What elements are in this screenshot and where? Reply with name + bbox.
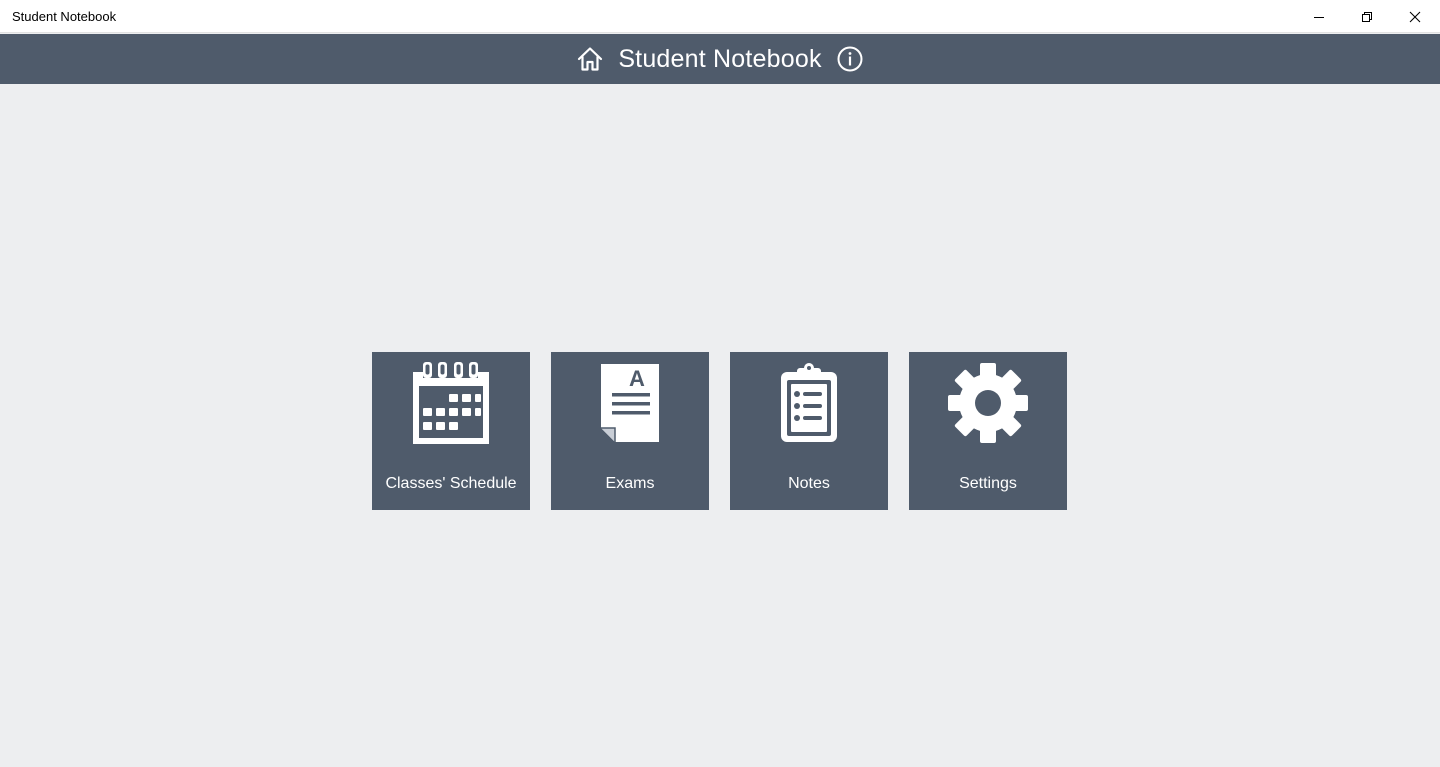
minimize-icon — [1314, 16, 1324, 18]
tile-grid: Classes' Schedule A Exams Notes Settings — [372, 352, 1067, 510]
clipboard-icon — [781, 363, 837, 442]
close-button[interactable] — [1392, 0, 1438, 33]
tile-label: Notes — [788, 475, 830, 492]
page-title: Student Notebook — [618, 45, 822, 73]
window-titlebar: Student Notebook — [0, 0, 1440, 33]
home-button[interactable] — [576, 45, 604, 73]
tile-label: Classes' Schedule — [385, 475, 517, 492]
close-icon — [1409, 11, 1421, 22]
minimize-button[interactable] — [1296, 0, 1342, 33]
tile-label: Settings — [959, 475, 1017, 492]
tile-label: Exams — [605, 475, 655, 492]
calendar-icon — [413, 362, 489, 444]
gear-icon — [948, 363, 1028, 443]
tile-classes-schedule[interactable]: Classes' Schedule — [372, 352, 530, 510]
tile-settings[interactable]: Settings — [909, 352, 1067, 510]
document-icon: A — [601, 364, 659, 442]
restore-button[interactable] — [1344, 0, 1390, 33]
app-header: Student Notebook — [0, 34, 1440, 84]
info-button[interactable] — [836, 45, 864, 73]
tile-notes[interactable]: Notes — [730, 352, 888, 510]
svg-text:A: A — [629, 366, 645, 391]
home-icon — [578, 47, 603, 71]
restore-icon — [1362, 11, 1372, 22]
window-title: Student Notebook — [12, 9, 117, 24]
info-icon — [837, 46, 863, 72]
tile-exams[interactable]: A Exams — [551, 352, 709, 510]
